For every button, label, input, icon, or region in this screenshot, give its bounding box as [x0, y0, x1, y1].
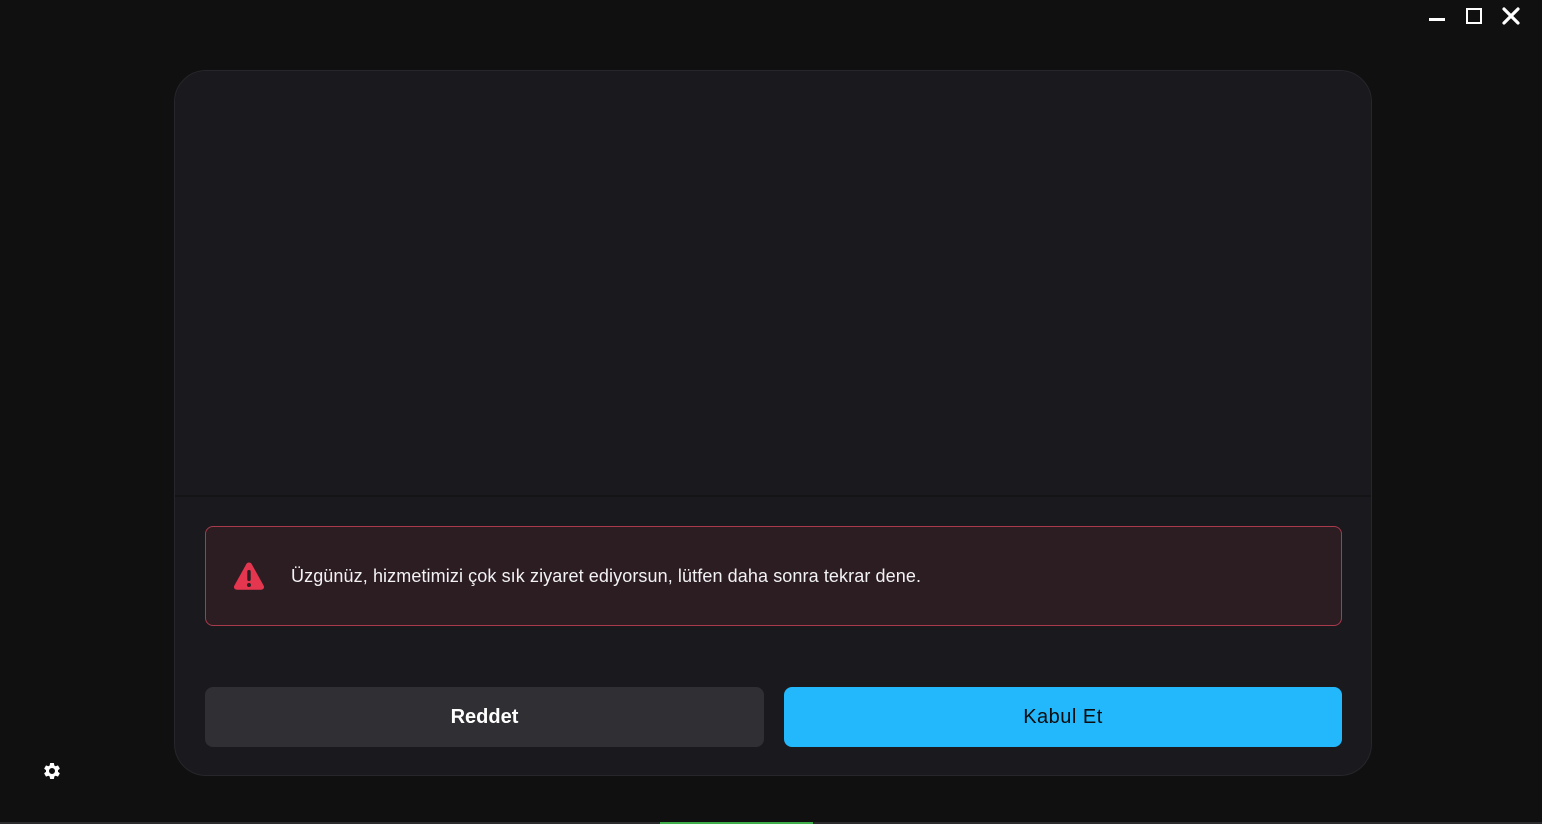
accept-button[interactable]: Kabul Et [784, 687, 1342, 747]
maximize-icon [1466, 8, 1482, 24]
warning-triangle-icon [233, 560, 265, 592]
settings-button[interactable] [41, 760, 63, 782]
reject-button[interactable]: Reddet [205, 687, 764, 747]
close-button[interactable] [1493, 0, 1529, 32]
gear-icon [44, 763, 60, 779]
app-window: Üzgünüz, hizmetimizi çok sık ziyaret edi… [0, 0, 1542, 824]
minimize-button[interactable] [1419, 0, 1455, 32]
window-controls [1419, 0, 1542, 32]
alert-message: Üzgünüz, hizmetimizi çok sık ziyaret edi… [291, 565, 922, 586]
minimize-icon [1429, 18, 1445, 21]
rate-limit-alert: Üzgünüz, hizmetimizi çok sık ziyaret edi… [205, 526, 1342, 626]
consent-dialog: Üzgünüz, hizmetimizi çok sık ziyaret edi… [174, 70, 1372, 776]
close-icon [1502, 7, 1520, 25]
content-preview-area [175, 71, 1371, 497]
maximize-button[interactable] [1456, 0, 1492, 32]
